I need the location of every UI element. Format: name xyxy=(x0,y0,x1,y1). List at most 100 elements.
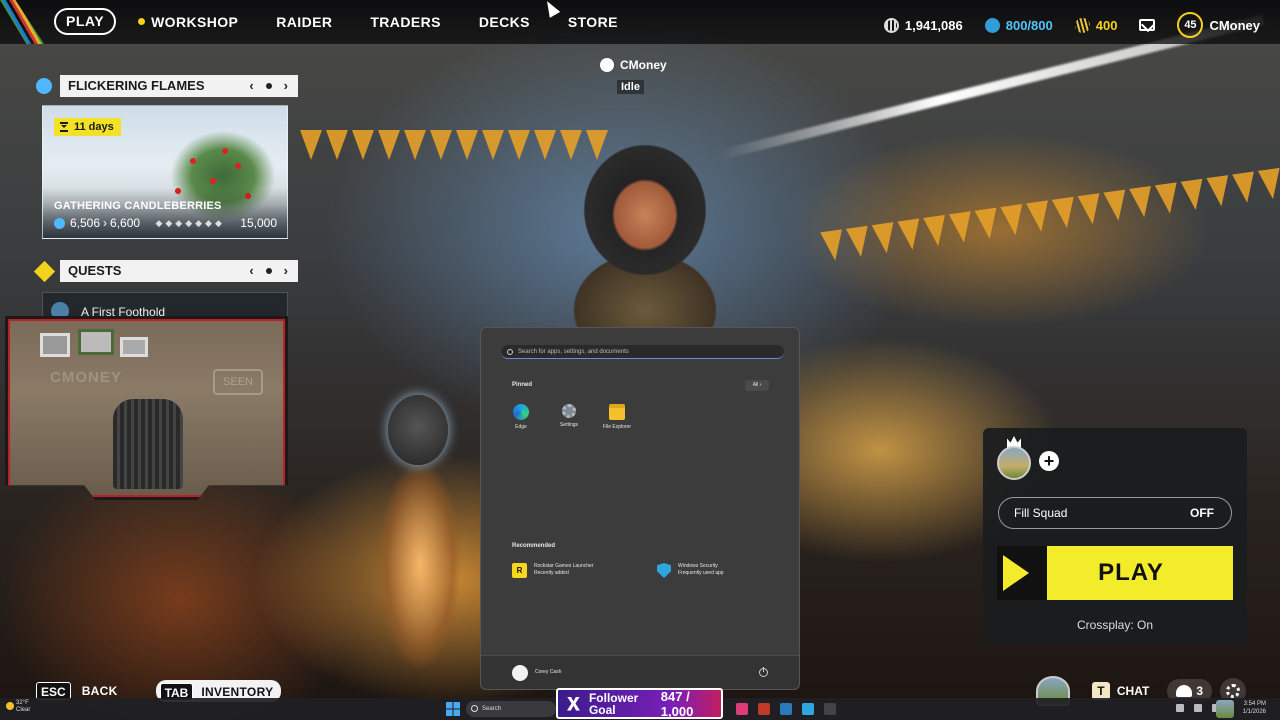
time-left-text: 11 days xyxy=(74,121,114,133)
weather-temp: 32°F xyxy=(16,700,29,706)
taskbar-app-icon[interactable] xyxy=(758,703,770,715)
crown-icon xyxy=(600,58,614,72)
event-card[interactable]: 11 days GATHERING CANDLEBERRIES 6,506 › … xyxy=(42,105,288,239)
event-next-arrow-icon[interactable]: › xyxy=(284,75,288,97)
notification-dot-icon xyxy=(138,18,146,25)
windows-start-icon[interactable] xyxy=(446,702,460,716)
progress-next: 6,600 xyxy=(110,216,141,230)
quests-page-dot xyxy=(265,268,272,274)
player-name: CMoney xyxy=(620,58,667,72)
nav-raider-tab[interactable]: RAIDER xyxy=(276,14,332,30)
user-avatar[interactable] xyxy=(512,665,528,681)
quests-panel-header: QUESTS ‹ › xyxy=(32,259,298,283)
energy-icon xyxy=(984,17,1000,33)
friends-icon xyxy=(1176,685,1193,697)
pinned-app-edge[interactable]: Edge xyxy=(501,404,541,430)
taskbar-search[interactable]: Search xyxy=(466,701,556,717)
player-nameplate: CMoney Idle xyxy=(600,58,667,94)
crossplay-status: Crossplay: On xyxy=(1076,618,1154,632)
user-name[interactable]: Corey Cash xyxy=(535,669,561,675)
event-title: FLICKERING FLAMES xyxy=(68,78,205,93)
main-nav: PLAY WORKSHOP RAIDER TRADERS DECKS STORE xyxy=(54,8,618,35)
quests-next-arrow-icon[interactable]: › xyxy=(284,260,288,282)
recommended-subtitle: Recently added xyxy=(534,570,569,576)
tokens-counter[interactable]: 400 xyxy=(1074,17,1117,33)
fill-squad-value: OFF xyxy=(1190,506,1214,520)
all-apps-button[interactable]: All › xyxy=(745,380,769,391)
chevron-up-icon[interactable] xyxy=(1176,704,1184,712)
edge-icon xyxy=(513,404,529,420)
fill-squad-toggle[interactable]: Fill Squad OFF xyxy=(998,497,1232,529)
folder-icon xyxy=(609,404,625,420)
taskbar-app-icon[interactable] xyxy=(736,703,748,715)
weather-widget[interactable]: 32°F Clear xyxy=(6,700,31,714)
squad-member-avatar[interactable] xyxy=(997,446,1031,480)
back-label[interactable]: BACK xyxy=(82,684,118,698)
event-gear-icon xyxy=(32,74,56,98)
progress-arrow-icon: › xyxy=(103,216,108,230)
follower-goal-label: Follower Goal xyxy=(588,690,639,717)
profile-username: CMoney xyxy=(1209,17,1260,33)
nav-store-tab[interactable]: STORE xyxy=(568,14,618,30)
webcam-overlay: CMONEY SEEN xyxy=(5,316,288,500)
taskbar-app-icon[interactable] xyxy=(780,703,792,715)
tray-app-icon[interactable] xyxy=(1216,700,1234,718)
play-arrow-icon xyxy=(997,546,1047,600)
start-search-input[interactable]: Search for apps, settings, and documents xyxy=(501,345,784,359)
sun-icon xyxy=(6,702,14,710)
rainbow-logo xyxy=(0,0,44,44)
pinned-app-label: File Explorer xyxy=(602,424,632,430)
play-button[interactable]: PLAY xyxy=(997,546,1233,600)
nav-workshop-tab[interactable]: WORKSHOP xyxy=(138,14,238,30)
top-nav-bar: PLAY WORKSHOP RAIDER TRADERS DECKS STORE… xyxy=(0,0,1280,44)
coin-icon xyxy=(883,17,899,33)
recommended-item-rockstar[interactable]: R Rockstar Games Launcher Recently added xyxy=(512,563,593,578)
profile-button[interactable]: 45 CMoney xyxy=(1177,12,1260,38)
recommended-subtitle: Frequently used app xyxy=(678,570,724,576)
progress-current: 6,506 xyxy=(70,216,101,230)
pinned-app-file-explorer[interactable]: File Explorer xyxy=(597,404,637,430)
taskbar-app-icon[interactable] xyxy=(802,703,814,715)
quests-diamond-icon xyxy=(32,259,56,283)
pinned-app-label: Edge xyxy=(515,424,527,430)
energy-counter[interactable]: 800/800 xyxy=(984,17,1053,33)
windows-start-menu: Search for apps, settings, and documents… xyxy=(480,327,800,690)
event-prev-arrow-icon[interactable]: ‹ xyxy=(249,75,253,97)
event-progress-row: 6,506 › 6,600 ◆◆◆◆◆◆◆ 15,000 xyxy=(54,216,277,230)
add-member-icon[interactable]: + xyxy=(1039,451,1059,471)
quests-prev-arrow-icon[interactable]: ‹ xyxy=(249,260,253,282)
squad-panel: + Fill Squad OFF PLAY Crossplay: On xyxy=(983,428,1247,645)
time-left-badge: 11 days xyxy=(54,118,121,136)
quests-title: QUESTS xyxy=(68,263,122,278)
player-status: Idle xyxy=(617,80,644,94)
network-icon[interactable] xyxy=(1194,704,1202,712)
weather-condition: Clear xyxy=(16,707,31,713)
coins-counter[interactable]: 1,941,086 xyxy=(883,17,963,33)
webcam-wall-sign: SEEN xyxy=(213,369,263,395)
clock[interactable]: 3:54 PM 1/1/2026 xyxy=(1243,700,1266,716)
wall-picture xyxy=(40,333,70,357)
taskbar-app-icon[interactable] xyxy=(824,703,836,715)
recommended-title: Windows Security xyxy=(678,563,718,569)
event-page-dot xyxy=(265,83,272,89)
nav-play-tab[interactable]: PLAY xyxy=(54,8,117,35)
pinned-app-label: Settings xyxy=(559,422,579,428)
glowing-statue xyxy=(360,395,480,695)
chat-label[interactable]: CHAT xyxy=(1117,684,1149,698)
webcam-wall-text: CMONEY xyxy=(50,369,122,386)
progress-gear-icon xyxy=(54,217,65,229)
gaming-chair xyxy=(113,399,183,489)
kick-logo-icon xyxy=(567,696,580,711)
card-shade xyxy=(43,188,287,238)
pinned-label: Pinned xyxy=(512,382,533,388)
mail-button[interactable] xyxy=(1139,19,1156,31)
recommended-title: Rockstar Games Launcher xyxy=(534,563,594,569)
recommended-item-windows-security[interactable]: Windows Security Frequently used app xyxy=(657,563,724,578)
hourglass-icon xyxy=(60,122,68,132)
power-icon[interactable] xyxy=(759,667,768,677)
nav-decks-tab[interactable]: DECKS xyxy=(479,14,530,30)
clock-date: 1/1/2026 xyxy=(1242,709,1266,715)
pinned-app-settings[interactable]: Settings xyxy=(549,404,589,428)
nav-traders-tab[interactable]: TRADERS xyxy=(370,14,440,30)
inventory-label: INVENTORY xyxy=(201,685,274,699)
